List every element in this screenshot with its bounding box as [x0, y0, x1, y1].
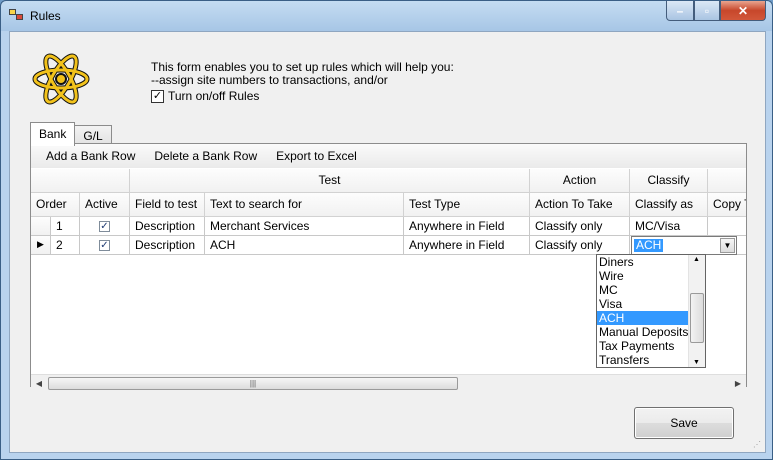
export-to-excel-button[interactable]: Export to Excel: [276, 149, 357, 163]
row-1-test-type[interactable]: Anywhere in Field: [404, 217, 530, 236]
classify-as-value: ACH: [634, 238, 664, 252]
dropdown-option[interactable]: Tax Payments: [597, 339, 690, 353]
dropdown-option[interactable]: Visa: [597, 297, 690, 311]
row-2-active-checkbox[interactable]: ✓: [99, 240, 110, 251]
row-1-order[interactable]: 1: [51, 217, 80, 236]
horizontal-scroll-thumb[interactable]: |||: [48, 377, 458, 390]
column-header-copy[interactable]: Copy T: [708, 193, 746, 217]
toolbar: Add a Bank Row Delete a Bank Row Export …: [31, 144, 746, 168]
window-title: Rules: [30, 9, 61, 23]
app-icon: [9, 9, 25, 23]
column-header-classify-as[interactable]: Classify as: [630, 193, 708, 217]
row-1-copy[interactable]: [708, 217, 746, 236]
dropdown-option[interactable]: ACH: [597, 311, 690, 325]
intro-line-2: --assign site numbers to transactions, a…: [151, 73, 388, 87]
row-1-active-checkbox[interactable]: ✓: [99, 221, 110, 232]
rules-window: Rules – ▫ ✕ This form enables you to set…: [0, 0, 773, 460]
row-2-test-type[interactable]: Anywhere in Field: [404, 236, 530, 255]
form-client-area: This form enables you to set up rules wh…: [9, 31, 766, 453]
minimize-button[interactable]: –: [666, 1, 694, 21]
column-header-active[interactable]: Active: [80, 193, 130, 217]
column-header-action[interactable]: Action To Take: [530, 193, 630, 217]
delete-bank-row-button[interactable]: Delete a Bank Row: [154, 149, 257, 163]
column-header-text[interactable]: Text to search for: [205, 193, 404, 217]
row-1-action[interactable]: Classify only: [530, 217, 630, 236]
current-row-indicator-icon: ▶: [37, 239, 44, 249]
group-header-blank-right: [708, 169, 746, 193]
dropdown-option[interactable]: MC: [597, 283, 690, 297]
group-header-test: Test: [130, 169, 530, 193]
intro-text: This form enables you to set up rules wh…: [151, 61, 454, 87]
title-bar[interactable]: Rules – ▫ ✕: [1, 1, 772, 31]
resize-grip-icon[interactable]: ⋰: [753, 440, 763, 450]
save-button[interactable]: Save: [634, 407, 734, 439]
close-button[interactable]: ✕: [720, 1, 766, 21]
row-2-text[interactable]: ACH: [205, 236, 404, 255]
add-bank-row-button[interactable]: Add a Bank Row: [46, 149, 135, 163]
column-header-test-type[interactable]: Test Type: [404, 193, 530, 217]
tab-bank[interactable]: Bank: [30, 122, 76, 146]
dropdown-scroll-down-icon[interactable]: ▼: [693, 359, 700, 366]
group-header-action: Action: [530, 169, 630, 193]
dropdown-option[interactable]: Wire: [597, 269, 690, 283]
scroll-right-icon[interactable]: ▶: [730, 375, 746, 392]
dropdown-option[interactable]: Transfers: [597, 353, 690, 367]
row-header-1[interactable]: [31, 217, 51, 236]
atom-icon: [32, 53, 90, 105]
dropdown-option[interactable]: Manual Deposits: [597, 325, 690, 339]
group-header-blank: [31, 169, 130, 193]
rules-toggle[interactable]: ✓ Turn on/off Rules: [151, 89, 259, 103]
dropdown-scroll-up-icon[interactable]: ▲: [693, 256, 700, 263]
rules-toggle-checkbox[interactable]: ✓: [151, 89, 164, 103]
row-2-action[interactable]: Classify only: [530, 236, 630, 255]
row-1-classify[interactable]: MC/Visa: [630, 217, 708, 236]
horizontal-scrollbar[interactable]: ◀ ||| ▶: [31, 374, 746, 391]
row-1-field[interactable]: Description: [130, 217, 205, 236]
row-2-field[interactable]: Description: [130, 236, 205, 255]
maximize-button[interactable]: ▫: [694, 1, 720, 21]
row-1-text[interactable]: Merchant Services: [205, 217, 404, 236]
dropdown-scrollbar[interactable]: ▲ ▼: [688, 255, 705, 367]
classify-as-combobox[interactable]: ACH ▼: [631, 236, 737, 255]
classify-dropdown-list[interactable]: Diners Wire MC Visa ACH Manual Deposits Tax Pa…: [596, 254, 706, 368]
row-2-order[interactable]: 2: [51, 236, 80, 255]
column-header-order[interactable]: Order: [31, 193, 80, 217]
row-header-2[interactable]: ▶: [31, 236, 51, 255]
group-header-classify: Classify: [630, 169, 708, 193]
column-header-field[interactable]: Field to test: [130, 193, 205, 217]
combobox-dropdown-button[interactable]: ▼: [720, 238, 735, 253]
dropdown-scroll-thumb[interactable]: [690, 293, 704, 343]
scroll-left-icon[interactable]: ◀: [31, 375, 47, 392]
rules-toggle-label: Turn on/off Rules: [168, 89, 260, 103]
dropdown-option[interactable]: Diners: [597, 255, 690, 269]
